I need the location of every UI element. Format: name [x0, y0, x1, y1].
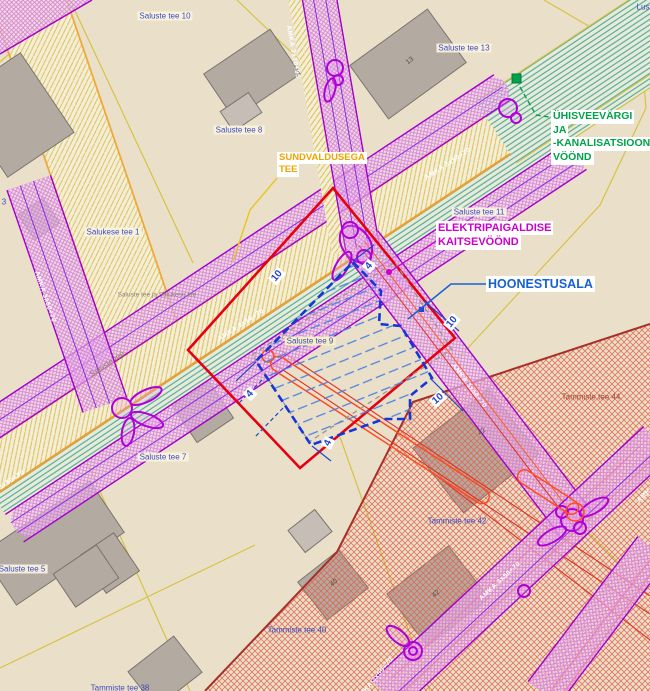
annotation-uvk-voond: ÜHISVEEVÄRGI JA -KANALISATSIOONI VÖÖND	[551, 110, 650, 165]
annotation-elektripaigaldise-kaitsevoond: ELEKTRIPAIGALDISE KAITSEVÖÖND	[436, 221, 553, 250]
annotation-line: VÖÖND	[551, 151, 594, 165]
annotation-line: TEE	[277, 164, 299, 176]
annotation-line: HOONESTUSALA	[486, 276, 595, 292]
annotation-line: ÜHISVEEVÄRGI	[551, 110, 634, 124]
annotation-line: -KANALISATSIOONI	[551, 137, 650, 151]
annotation-line: KAITSEVÖÖND	[436, 235, 521, 249]
map-canvas	[0, 0, 650, 691]
water-marker	[512, 74, 521, 83]
annotation-hoonestusala: HOONESTUSALA	[486, 276, 595, 292]
plan-map: Saluste tee 10Saluste tee 13Saluste tee …	[0, 0, 650, 691]
annotation-line: JA	[551, 124, 568, 138]
annotation-sundvaldusega-tee: SUNDVALDUSEGA TEE	[277, 152, 367, 177]
annotation-line: ELEKTRIPAIGALDISE	[436, 221, 553, 235]
electric-marker	[386, 269, 392, 275]
annotation-line: SUNDVALDUSEGA	[277, 152, 367, 164]
